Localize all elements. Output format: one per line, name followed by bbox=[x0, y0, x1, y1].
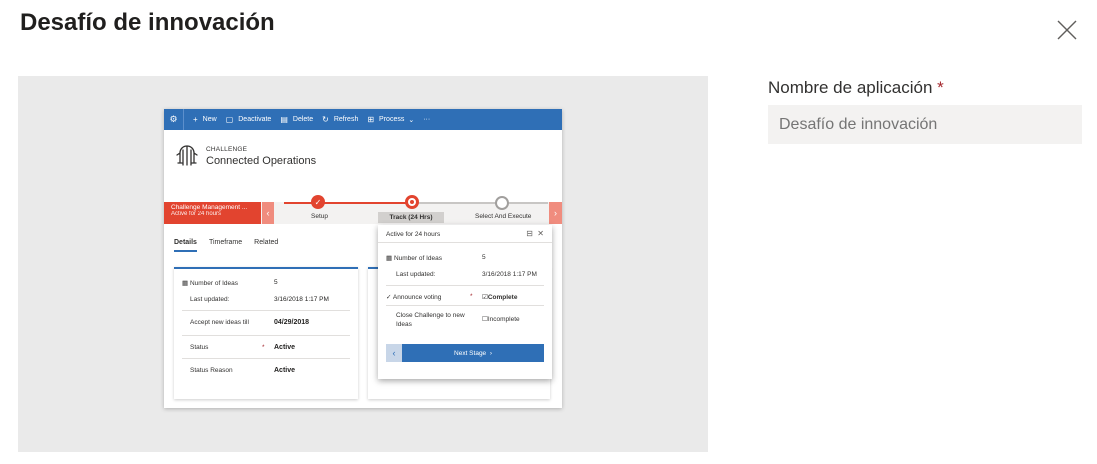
challenge-logo-icon bbox=[176, 145, 198, 166]
app-name-label: Nombre de aplicación * bbox=[768, 78, 944, 97]
flyout-row: ▦ Number of Ideas 5 bbox=[386, 254, 486, 262]
app-preview-image: ⚙ + New ▢ Deactivate ▤ Delete ↻ Refresh ⊞ Pro… bbox=[164, 109, 562, 408]
refresh-icon: ↻ bbox=[322, 115, 329, 124]
flyout-row: Last updated: 3/16/2018 1:17 PM bbox=[396, 271, 537, 278]
preview-tab-related: Related bbox=[254, 239, 279, 246]
preview-stage-setup: Setup bbox=[311, 213, 328, 220]
chevron-down-icon: ⌄ bbox=[408, 116, 415, 124]
preview-cmd-deactivate: ▢ Deactivate bbox=[225, 115, 272, 124]
preview-process-bar: Challenge Management ... Active for 24 h… bbox=[164, 195, 562, 224]
check-icon: ✓ bbox=[311, 195, 325, 209]
preview-stage-flyout: Active for 24 hours ⊟ ✕ ▦ Number of Idea… bbox=[378, 225, 552, 379]
preview-cmd-refresh: ↻ Refresh bbox=[322, 115, 359, 124]
dialog: Desafío de innovación ⚙ + New ▢ Deactivate… bbox=[0, 0, 1097, 464]
preview-stage-track: Track (24 Hrs) bbox=[378, 212, 444, 223]
preview-tab-timeframe: Timeframe bbox=[208, 239, 243, 246]
chevron-left-icon: ‹ bbox=[386, 344, 402, 362]
stage-remaining-line bbox=[412, 202, 548, 204]
dock-icon: ⊟ bbox=[526, 229, 533, 238]
close-icon: ✕ bbox=[537, 229, 544, 238]
calculator-icon: ▦ bbox=[182, 280, 190, 287]
chevron-right-icon: › bbox=[489, 349, 492, 357]
preview-record-type: CHALLENGE bbox=[206, 145, 248, 153]
chevron-right-icon: › bbox=[549, 202, 562, 224]
deactivate-icon: ▢ bbox=[225, 115, 234, 124]
preview-cmd-new: + New bbox=[193, 115, 217, 124]
delete-icon: ▤ bbox=[280, 115, 288, 124]
preview-details-card: ▦ Number of Ideas 5 Last updated: 3/16/2… bbox=[174, 267, 358, 399]
gear-icon: ⚙ bbox=[164, 109, 184, 130]
dialog-title: Desafío de innovación bbox=[20, 9, 275, 36]
flyout-row: Close Challenge to new Ideas bbox=[396, 312, 465, 328]
current-stage-icon bbox=[405, 195, 419, 209]
preview-next-stage-button: ‹ Next Stage › bbox=[386, 344, 544, 362]
preview-cmd-delete: ▤ Delete bbox=[280, 115, 314, 124]
preview-cmd-process: ⊞ Process ⌄ bbox=[367, 115, 415, 124]
process-icon: ⊞ bbox=[367, 115, 375, 124]
preview-command-bar: ⚙ + New ▢ Deactivate ▤ Delete ↻ Refresh ⊞ Pro… bbox=[164, 109, 562, 130]
flyout-row: ✓ Announce voting * ☑Complete bbox=[386, 293, 518, 301]
calculator-icon: ▦ bbox=[386, 255, 394, 262]
required-mark: * bbox=[937, 78, 944, 97]
chevron-left-icon: ‹ bbox=[262, 202, 274, 224]
check-icon: ✓ bbox=[386, 294, 393, 301]
app-name-input[interactable] bbox=[768, 105, 1082, 144]
preview-active-process: Challenge Management ... Active for 24 h… bbox=[164, 202, 261, 224]
preview-tabs: Details Timeframe Related bbox=[174, 239, 290, 252]
plus-icon: + bbox=[193, 115, 198, 124]
preview-cmd-more: ··· bbox=[423, 116, 431, 123]
stage-progress-line: ✓ bbox=[284, 195, 412, 209]
next-stage-dot-icon bbox=[495, 196, 509, 210]
close-icon[interactable] bbox=[1052, 15, 1082, 45]
preview-stage-select: Select And Execute bbox=[475, 213, 532, 220]
preview-record-name: Connected Operations bbox=[206, 154, 317, 167]
preview-record-header: CHALLENGE Connected Operations bbox=[174, 143, 316, 169]
preview-tab-details: Details bbox=[174, 239, 197, 252]
